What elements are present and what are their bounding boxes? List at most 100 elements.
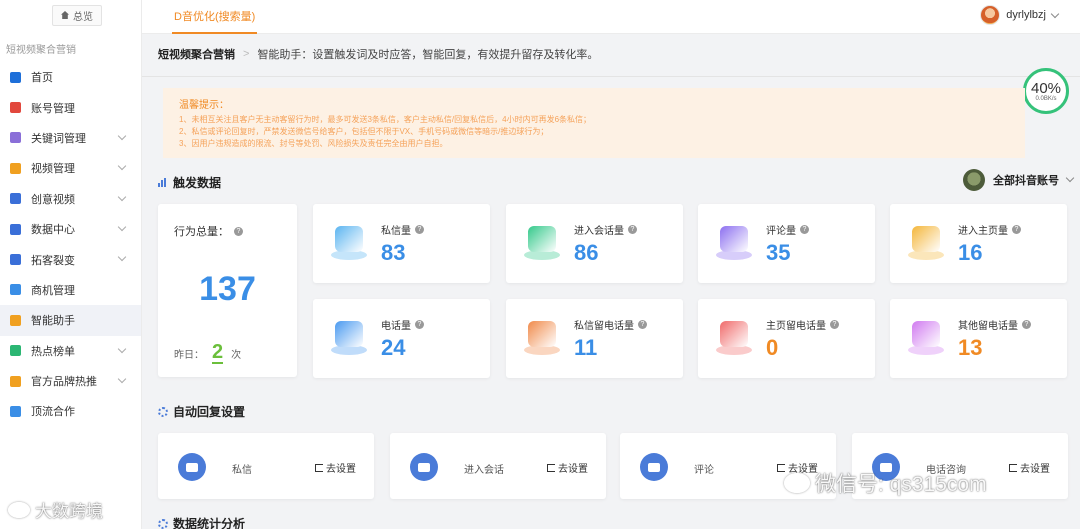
chevron-down-icon <box>117 161 127 171</box>
chat-icon <box>524 226 560 262</box>
sidebar-item[interactable]: 账号管理 <box>0 92 141 122</box>
reply-type-icon <box>640 453 668 481</box>
help-icon[interactable]: ? <box>830 320 839 329</box>
help-icon[interactable]: ? <box>800 225 809 234</box>
logo-icon <box>8 501 30 518</box>
stat-value: 0 <box>766 335 779 360</box>
sidebar-item-label: 数据中心 <box>31 224 75 237</box>
settings-link[interactable]: 去设置 <box>547 460 588 475</box>
help-icon[interactable]: ? <box>638 320 647 329</box>
notice-title: 温馨提示： <box>179 100 229 111</box>
help-icon[interactable]: ? <box>234 226 243 236</box>
avatar <box>980 5 1001 25</box>
home-icon <box>61 11 69 19</box>
reply-type-icon <box>178 453 206 481</box>
network-speed-widget[interactable]: 40% 0.0BK/s <box>1023 68 1069 114</box>
settings-link[interactable]: 去设置 <box>315 460 356 475</box>
comment-icon <box>716 226 752 262</box>
sparkle-icon <box>10 375 21 387</box>
stat-value: 24 <box>381 335 406 360</box>
other-phone-icon <box>908 321 944 357</box>
home-tab[interactable]: 总览 <box>52 4 102 26</box>
help-icon[interactable]: ? <box>1012 225 1021 234</box>
trigger-section-title: 触发数据 <box>158 174 221 191</box>
chevron-down-icon <box>117 344 127 353</box>
sidebar-menu: 首页账号管理 关键词管理视频管理创意视频数据中心拓客裂变商机管理智能助手热点榜单官… <box>0 62 141 427</box>
chevron-down-icon <box>1065 173 1075 183</box>
breadcrumb-root[interactable]: 短视频聚合营销 <box>158 46 235 62</box>
reply-type-label: 评论 <box>694 465 714 476</box>
divider <box>142 76 1080 77</box>
monitor-icon <box>10 223 21 235</box>
sidebar-item[interactable]: 视频管理 <box>0 153 141 183</box>
book-icon <box>10 284 21 296</box>
sidebar-item[interactable]: 顶流合作 <box>0 396 141 426</box>
stats-section-title: 数据统计分析 <box>158 515 245 529</box>
auto-reply-card: 进入会话 去设置 <box>390 433 606 499</box>
stat-card: 私信量? 83 <box>313 204 490 283</box>
sidebar: 总览 短视频聚合营销 首页账号管理 关键词管理视频管理创意视频数据中心拓客裂变商机… <box>0 0 142 529</box>
user-icon <box>10 102 21 114</box>
stat-value: 83 <box>381 240 406 265</box>
reply-type-icon <box>410 453 438 481</box>
sidebar-item-label: 拓客裂变 <box>31 254 75 267</box>
breadcrumb-separator: > <box>243 48 250 60</box>
help-icon[interactable]: ? <box>1022 320 1031 329</box>
sidebar-item[interactable]: 关键词管理 <box>0 123 141 153</box>
stat-card: 其他留电话量? 13 <box>890 299 1067 378</box>
homepage-phone-icon <box>716 321 752 357</box>
sidebar-item[interactable]: 创意视频 <box>0 184 141 214</box>
sidebar-item-label: 首页 <box>31 72 53 85</box>
sidebar-item[interactable]: 商机管理 <box>0 275 141 305</box>
sidebar-item-label: 官方品牌热推 <box>31 376 97 389</box>
username: dyrlylbzj <box>1006 9 1046 21</box>
wechat-icon <box>784 473 810 493</box>
logout-icon <box>1009 463 1017 472</box>
user-menu[interactable]: dyrlylbzj <box>980 5 1060 25</box>
stat-card: 进入主页量? 16 <box>890 204 1067 283</box>
house-icon <box>908 226 944 262</box>
sidebar-item-label: 视频管理 <box>31 163 75 176</box>
sidebar-item[interactable]: 数据中心 <box>0 214 141 244</box>
sidebar-item[interactable]: 热点榜单 <box>0 336 141 366</box>
stat-card: 主页留电话量? 0 <box>698 299 875 378</box>
sidebar-item[interactable]: 智能助手 <box>0 305 141 336</box>
help-icon[interactable]: ? <box>628 225 637 234</box>
stat-label: 其他留电话量? <box>958 317 1031 332</box>
chevron-down-icon <box>117 192 127 201</box>
stat-label: 电话量? <box>381 317 424 332</box>
stat-value: 13 <box>958 335 983 360</box>
stat-card: 私信留电话量? 11 <box>506 299 683 378</box>
yesterday-row: 昨日： 2 次 <box>174 341 242 364</box>
phone-icon <box>331 321 367 357</box>
account-selector[interactable]: 全部抖音账号 <box>963 169 1075 191</box>
mail-phone-icon <box>524 321 560 357</box>
notice-line: 3、因用户违规造成的限流、封号等处罚、风险损失及责任完全由用户自担。 <box>179 139 448 148</box>
sidebar-item-label: 智能助手 <box>31 315 75 328</box>
sidebar-item-label: 热点榜单 <box>31 345 75 358</box>
headset-icon <box>10 314 21 326</box>
stat-value: 86 <box>574 240 599 265</box>
stat-card: 进入会话量? 86 <box>506 204 683 283</box>
sidebar-item-label: 顶流合作 <box>31 406 75 419</box>
help-icon[interactable]: ? <box>415 320 424 329</box>
total-value: 137 <box>199 270 256 308</box>
notice-box: 温馨提示： 1、未相互关注且客户无主动客留行为时，最多可发送3条私信，客户主动私… <box>163 88 1025 158</box>
sidebar-item[interactable]: 官方品牌热推 <box>0 366 141 396</box>
notice-line: 1、未相互关注且客户无主动客留行为时，最多可发送3条私信，客户主动私信/回复私信… <box>179 115 592 124</box>
tab-douyin-optimization[interactable]: D音优化(搜索量) <box>172 0 258 34</box>
help-icon[interactable]: ? <box>415 225 424 234</box>
stack-icon <box>10 405 21 417</box>
sidebar-section-label: 短视频聚合营销 <box>6 45 76 56</box>
pie-chart-icon <box>158 518 168 529</box>
chevron-down-icon <box>117 374 127 384</box>
stat-card: 评论量? 35 <box>698 204 875 283</box>
settings-link[interactable]: 去设置 <box>1009 460 1050 475</box>
sidebar-item[interactable]: 拓客裂变 <box>0 244 141 274</box>
sidebar-item[interactable]: 首页 <box>0 62 141 92</box>
auto-reply-card: 私信 去设置 <box>158 433 374 499</box>
stat-label: 进入主页量? <box>958 222 1021 237</box>
chevron-down-icon <box>117 131 127 141</box>
sidebar-item-label: 创意视频 <box>31 193 75 206</box>
sidebar-item-label: 商机管理 <box>31 284 75 297</box>
